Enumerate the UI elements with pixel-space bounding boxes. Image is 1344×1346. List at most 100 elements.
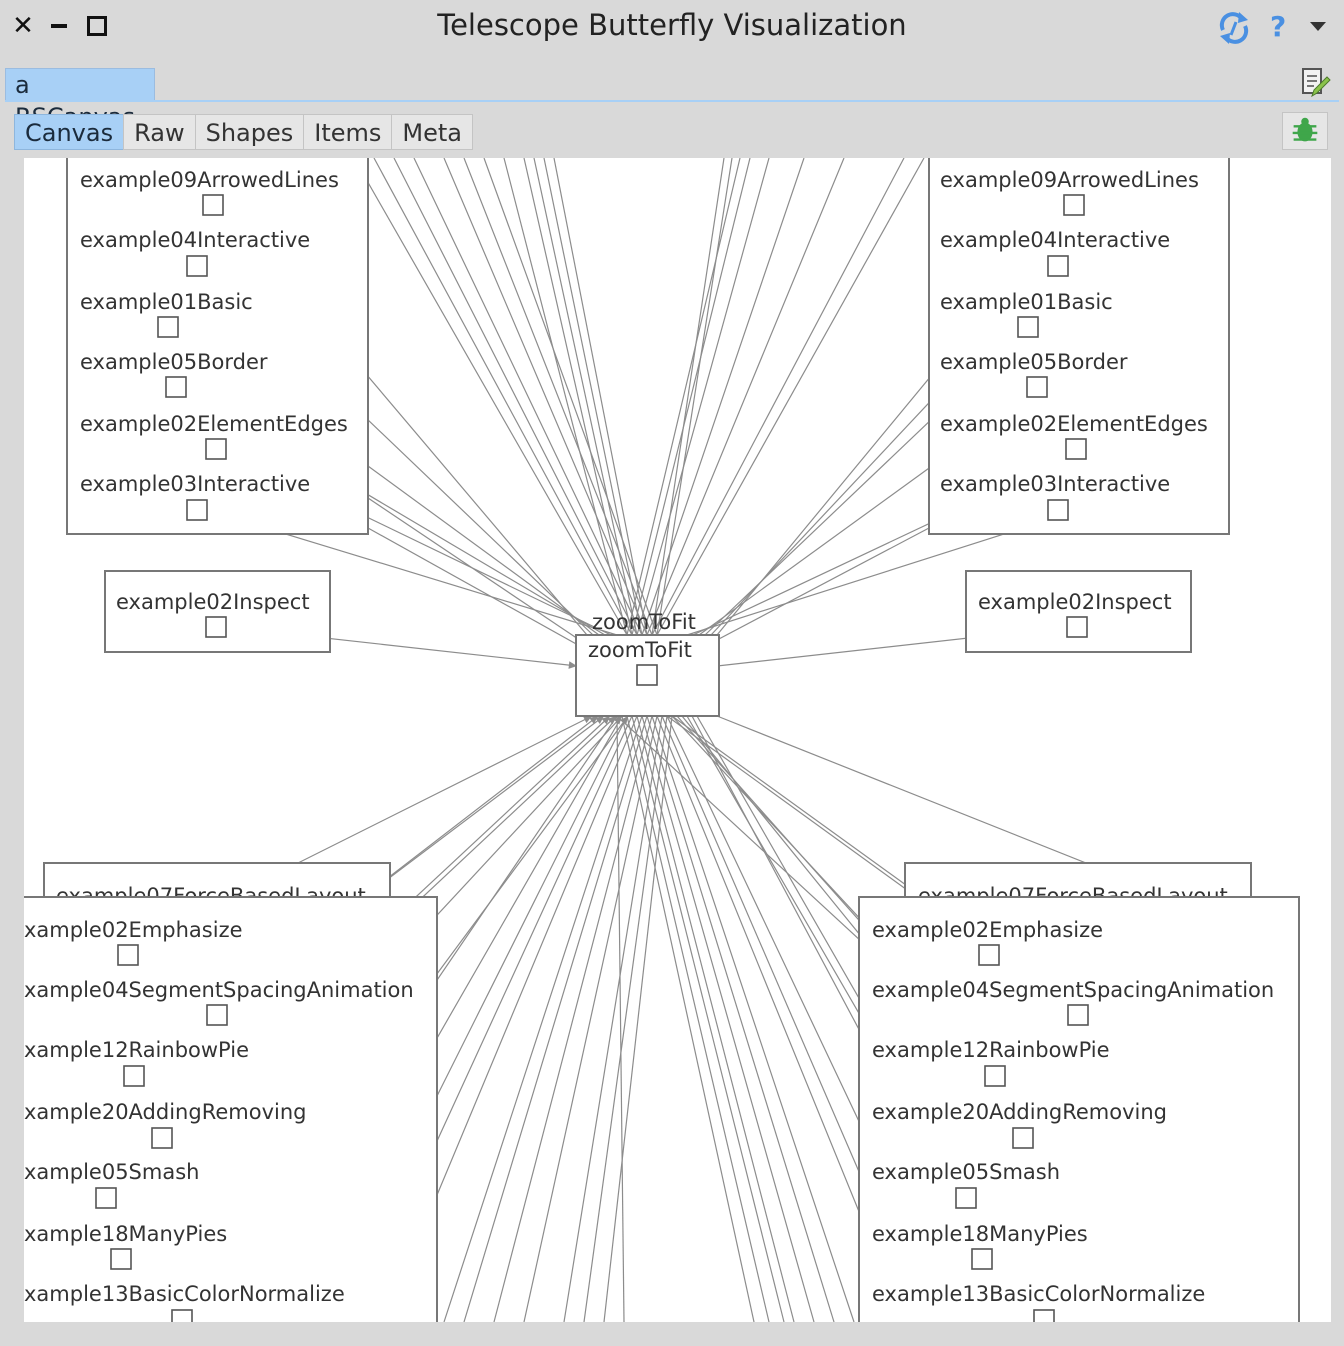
tl-node-5[interactable] <box>186 499 208 521</box>
tr-node-4[interactable] <box>1065 438 1087 460</box>
bl-label-4: xample05Smash <box>24 1160 199 1184</box>
bl-node-1[interactable] <box>206 1004 228 1026</box>
roassal-canvas[interactable]: example07ForceBasedLayout example07Force… <box>24 158 1331 1322</box>
tr-label-1: example04Interactive <box>940 228 1170 252</box>
tl-label-3: example05Border <box>80 350 268 374</box>
edge-fan-bottom-5 <box>443 715 643 1322</box>
center-node-label: zoomToFit <box>588 638 692 662</box>
br-node-6[interactable] <box>1033 1309 1055 1322</box>
window-title: Telescope Butterfly Visualization <box>437 8 907 42</box>
br-label-0: example02Emphasize <box>872 918 1103 942</box>
center-node[interactable] <box>636 664 658 686</box>
br-label-1: example04SegmentSpacingAnimation <box>872 978 1274 1002</box>
window-titlebar: ✕ Telescope Butterfly Visualization ? <box>0 0 1344 54</box>
br-node-5[interactable] <box>971 1248 993 1270</box>
edge-fan-bottom-14 <box>626 715 770 1322</box>
bl-label-6: xample13BasicColorNormalize <box>24 1282 345 1306</box>
edge-fan-bottom-9 <box>563 715 663 1322</box>
br-node-1[interactable] <box>1067 1004 1089 1026</box>
debug-bug-icon[interactable] <box>1282 112 1328 150</box>
bl-label-3: xample20AddingRemoving <box>24 1100 306 1124</box>
br-node-0[interactable] <box>978 944 1000 966</box>
tab-shapes[interactable]: Shapes <box>194 114 305 150</box>
bl-node-2[interactable] <box>123 1065 145 1087</box>
tr-node-5[interactable] <box>1047 499 1069 521</box>
edge-fan-top-7 <box>503 158 628 636</box>
br-label-5: example18ManyPies <box>872 1222 1088 1246</box>
tr-label-4: example02ElementEdges <box>940 412 1208 436</box>
tr-node-1[interactable] <box>1047 255 1069 277</box>
tl-label-0: example09ArrowedLines <box>80 168 339 192</box>
edge-fan-bottom-17 <box>641 715 815 1322</box>
tl-node-3[interactable] <box>165 376 187 398</box>
edge-fan-top-13 <box>656 158 733 636</box>
tl-label-2: example01Basic <box>80 290 253 314</box>
edge-fan-bottom-15 <box>631 715 785 1322</box>
bl-label-1: xample04SegmentSpacingAnimation <box>24 978 414 1002</box>
nodes-layer: example07ForceBasedLayout example07Force… <box>24 158 1300 1322</box>
edge-tl-box-a <box>367 497 588 646</box>
br-label-6: example13BasicColorNormalize <box>872 1282 1205 1306</box>
bl-node-3[interactable] <box>151 1127 173 1149</box>
bl-node-0[interactable] <box>117 944 139 966</box>
edge-fan-top-5 <box>463 158 653 636</box>
center-top-label: zoomToFit <box>592 610 696 634</box>
br-node-4[interactable] <box>955 1187 977 1209</box>
right-inspect-node[interactable] <box>1066 616 1088 638</box>
br-label-4: example05Smash <box>872 1160 1060 1184</box>
window-menu-icon[interactable] <box>1310 22 1326 31</box>
left-inspect-label: example02Inspect <box>116 590 310 614</box>
bl-node-6[interactable] <box>171 1309 193 1322</box>
edge-fan-bottom-12 <box>616 715 625 1322</box>
edge-fan-top-4 <box>443 158 648 636</box>
inspector-tab-strip <box>5 100 1339 102</box>
tl-node-2[interactable] <box>157 316 179 338</box>
tr-label-0: example09ArrowedLines <box>940 168 1199 192</box>
edge-fan-top-8 <box>523 158 633 636</box>
inspector-tab[interactable]: a RSCanvas <box>5 68 155 131</box>
tr-label-2: example01Basic <box>940 290 1113 314</box>
edge-fan-top-3 <box>413 158 643 636</box>
tl-node-4[interactable] <box>205 438 227 460</box>
bl-node-4[interactable] <box>95 1187 117 1209</box>
edge-fan-bottom-11 <box>603 715 673 1322</box>
tab-raw[interactable]: Raw <box>123 114 196 150</box>
edge-fan-top-20 <box>656 158 925 636</box>
edge-fan-top-6 <box>483 158 658 636</box>
tr-node-0[interactable] <box>1063 194 1085 216</box>
browse-edit-icon[interactable] <box>1298 66 1332 100</box>
bl-label-5: xample18ManyPies <box>24 1222 227 1246</box>
butterfly-graph: example07ForceBasedLayout example07Force… <box>24 158 1300 1322</box>
tab-items[interactable]: Items <box>303 114 393 150</box>
right-inspect-label: example02Inspect <box>978 590 1172 614</box>
edge-fan-bottom-13 <box>621 715 755 1322</box>
help-icon[interactable]: ? <box>1270 10 1286 43</box>
tl-label-1: example04Interactive <box>80 228 310 252</box>
tl-node-1[interactable] <box>186 255 208 277</box>
bl-label-2: xample12RainbowPie <box>24 1038 249 1062</box>
br-node-2[interactable] <box>984 1065 1006 1087</box>
tr-label-5: example03Interactive <box>940 472 1170 496</box>
tl-label-5: example03Interactive <box>80 472 310 496</box>
presentation-tabs: Canvas Raw Shapes Items Meta <box>14 114 473 150</box>
edge-fan-top-16 <box>636 158 770 636</box>
tr-label-3: example05Border <box>940 350 1128 374</box>
edge-fan-top-18 <box>646 158 845 636</box>
edge-fan-bottom-7 <box>493 715 653 1322</box>
left-inspect-node[interactable] <box>205 616 227 638</box>
bl-label-0: xample02Emphasize <box>24 918 243 942</box>
bl-node-5[interactable] <box>110 1248 132 1270</box>
edge-fan-bottom-19 <box>651 715 855 1322</box>
tab-meta[interactable]: Meta <box>391 114 473 150</box>
edge-fan-top-15 <box>631 158 751 636</box>
br-label-3: example20AddingRemoving <box>872 1100 1167 1124</box>
tab-canvas[interactable]: Canvas <box>14 114 125 150</box>
tr-node-3[interactable] <box>1026 376 1048 398</box>
refresh-icon[interactable] <box>1214 8 1254 48</box>
br-label-2: example12RainbowPie <box>872 1038 1110 1062</box>
br-node-3[interactable] <box>1012 1127 1034 1149</box>
tl-label-4: example02ElementEdges <box>80 412 348 436</box>
tl-node-0[interactable] <box>202 194 224 216</box>
edge-fan-top-12 <box>651 158 725 636</box>
tr-node-2[interactable] <box>1017 316 1039 338</box>
